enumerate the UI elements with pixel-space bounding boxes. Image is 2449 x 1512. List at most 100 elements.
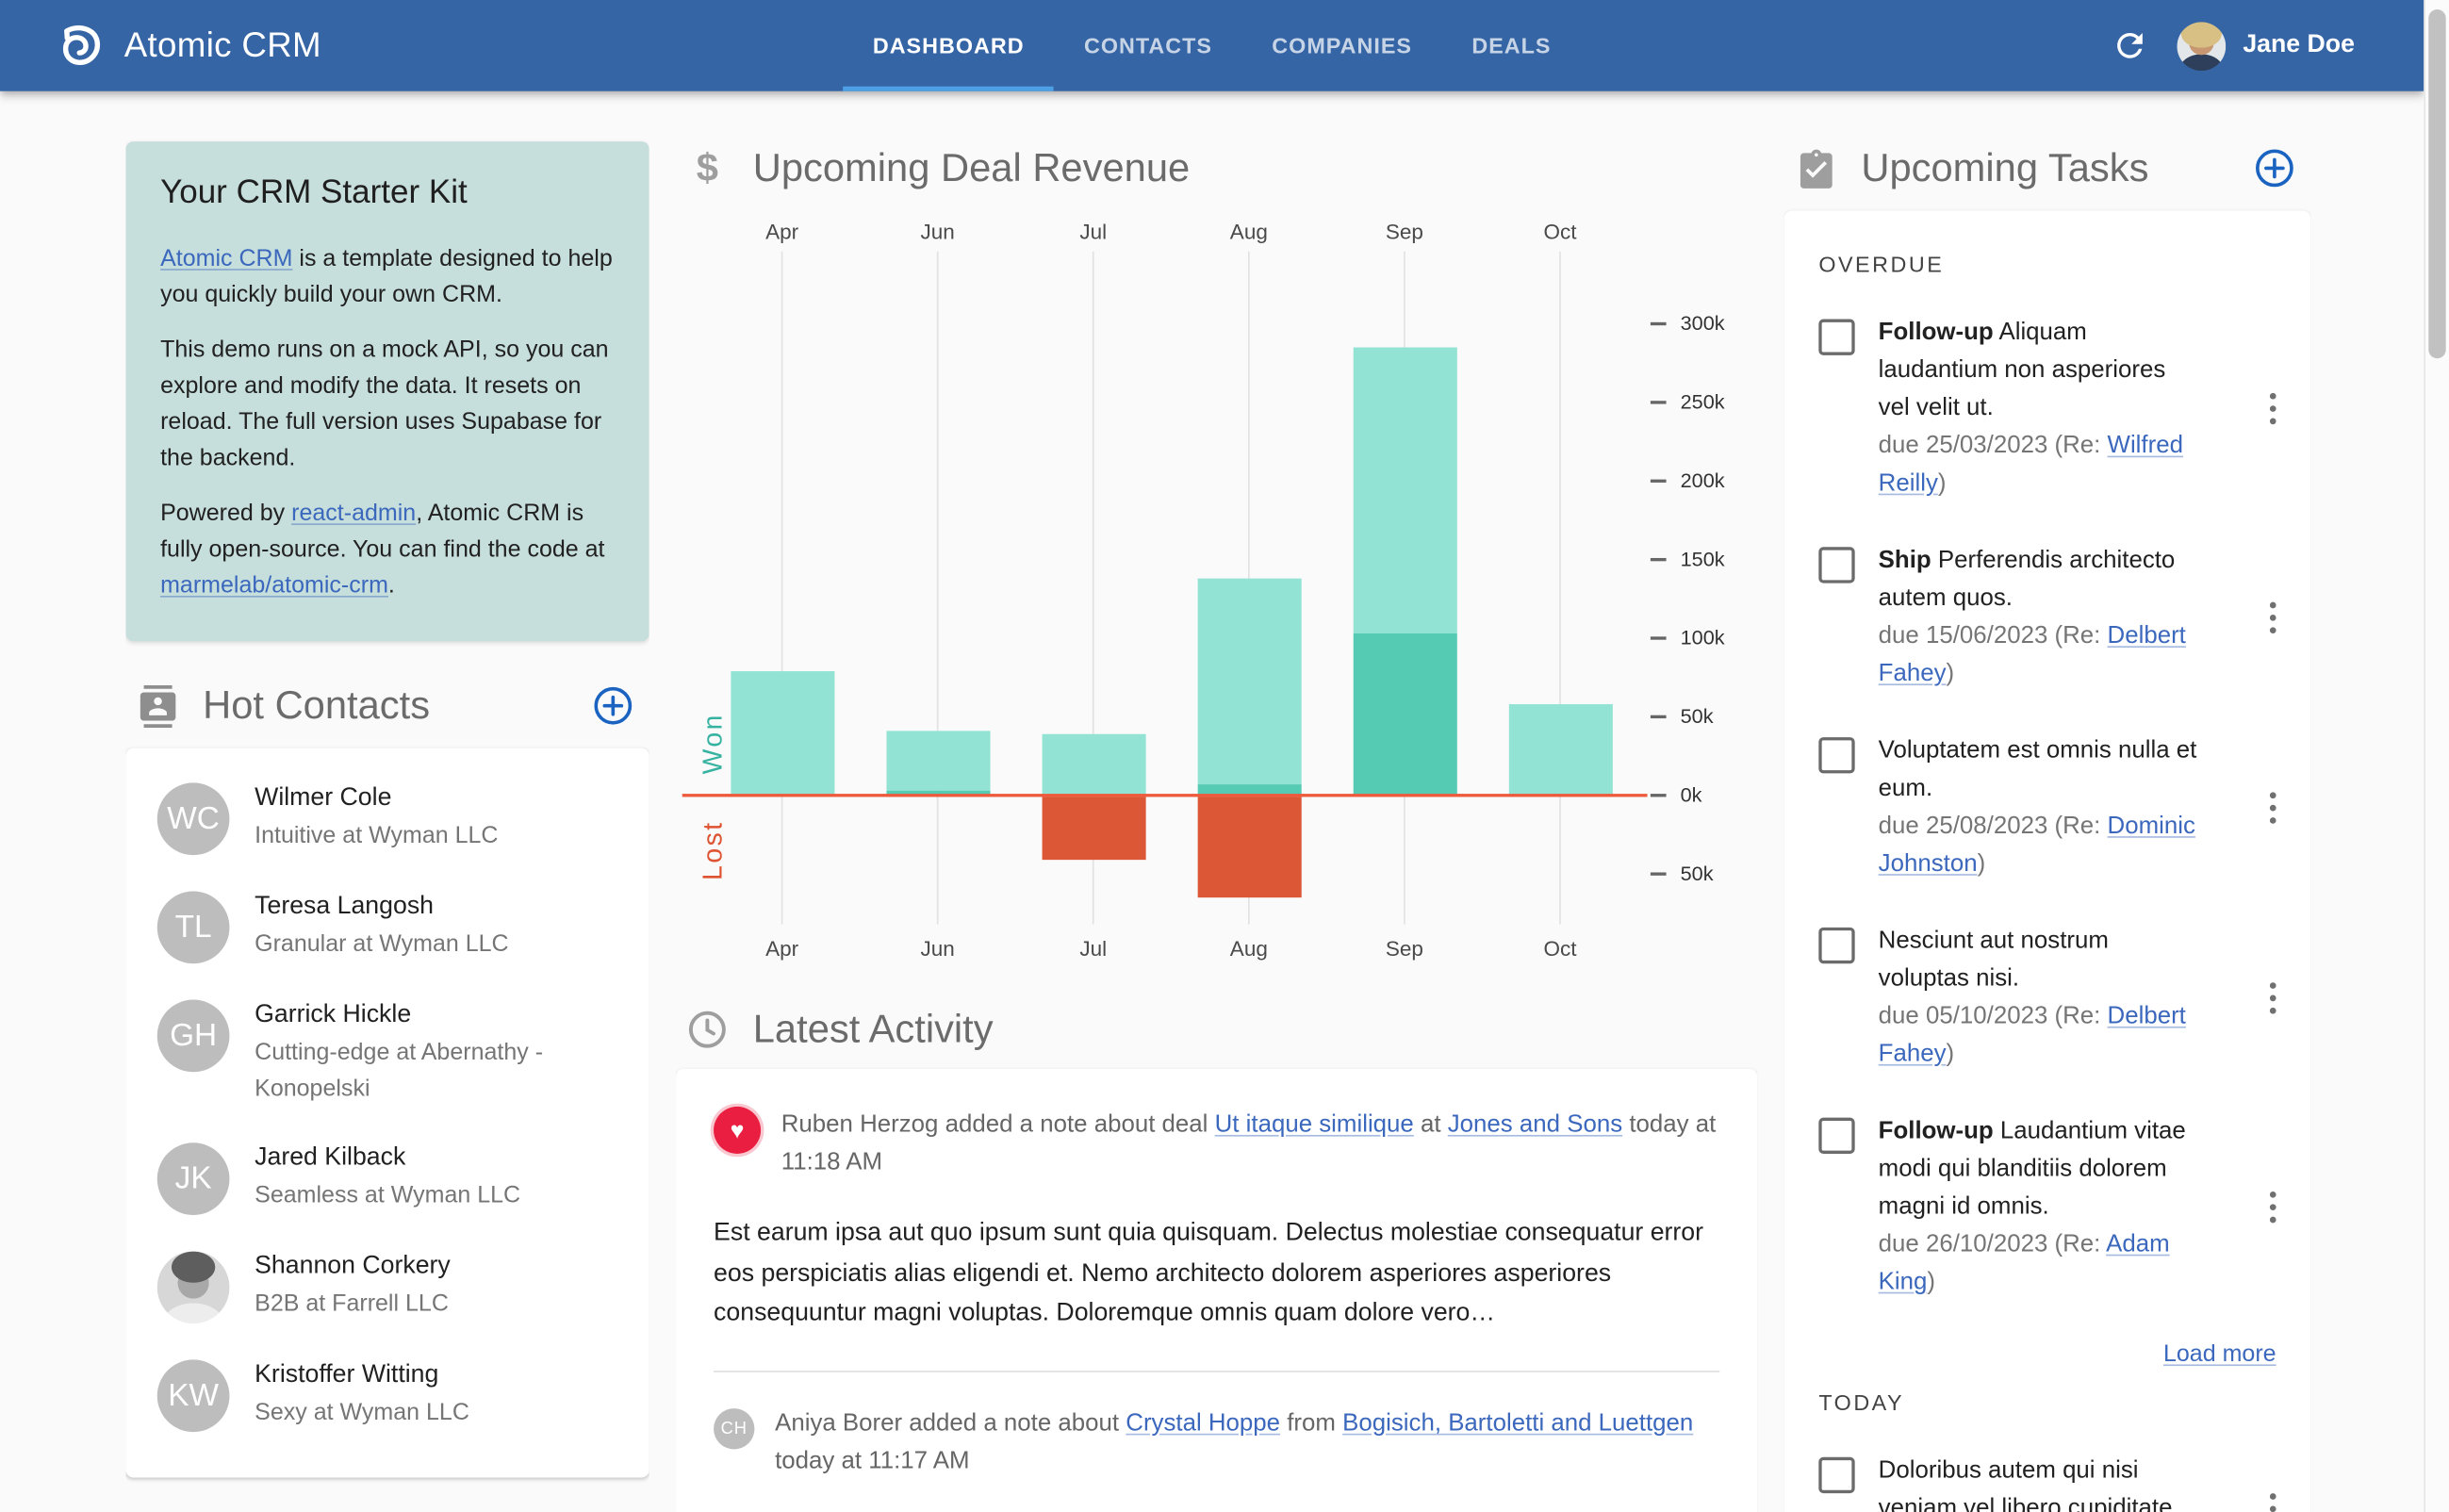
- tab-companies[interactable]: COMPANIES: [1242, 0, 1442, 91]
- tab-contacts[interactable]: CONTACTS: [1054, 0, 1241, 91]
- bar-segment-pending-jul[interactable]: [1041, 733, 1145, 796]
- task-menu-button[interactable]: [2262, 383, 2282, 434]
- tab-dashboard[interactable]: DASHBOARD: [843, 0, 1055, 91]
- task-type-label: Follow-up: [1878, 319, 1994, 346]
- task-checkbox[interactable]: [1818, 319, 1855, 355]
- kebab-dot: [2269, 1492, 2276, 1501]
- task-item: Nesciunt aut nostrum voluptas nisi. due 0…: [1818, 923, 2282, 1074]
- contact-company: Intuitive at Wyman LLC: [255, 822, 499, 849]
- scrollbar-track[interactable]: [2424, 0, 2449, 1512]
- x-axis-label: Oct: [1543, 220, 1577, 244]
- add-contact-button[interactable]: [593, 685, 633, 726]
- bar-segment-won-sep[interactable]: [1352, 633, 1456, 796]
- task-contact-link[interactable]: Adam King: [1879, 1231, 2170, 1295]
- activity-link[interactable]: Crystal Hoppe: [1126, 1409, 1280, 1436]
- task-due: due 25/08/2023 (Re: Dominic Johnston): [1878, 813, 2195, 878]
- task-checkbox[interactable]: [1818, 737, 1855, 774]
- contacts-icon: [134, 682, 181, 730]
- contact-list-item[interactable]: GH Garrick Hickle Cutting-edge at Abernath…: [156, 996, 618, 1107]
- task-checkbox[interactable]: [1818, 1117, 1855, 1154]
- task-text: Doloribus autem qui nisi veniam vel libe…: [1878, 1456, 2179, 1512]
- x-axis-label: Jun: [920, 936, 955, 961]
- refresh-button[interactable]: [2106, 22, 2153, 69]
- contact-name: Wilmer Cole: [255, 784, 392, 812]
- contact-list-item[interactable]: TL Teresa Langosh Granular at Wyman LLC: [156, 888, 618, 964]
- activity-link[interactable]: Ut itaque similique: [1215, 1111, 1414, 1138]
- atomic-crm-link[interactable]: Atomic CRM: [160, 245, 292, 271]
- app-title: Atomic CRM: [123, 25, 321, 65]
- bar-segment-lost-aug[interactable]: [1196, 797, 1301, 898]
- task-menu-button[interactable]: [2262, 1484, 2282, 1512]
- load-more-link[interactable]: Load more: [1818, 1340, 2276, 1367]
- avatar: TL: [156, 891, 230, 964]
- kebab-dot: [2269, 1505, 2276, 1512]
- task-menu-button[interactable]: [2262, 1182, 2282, 1233]
- task-checkbox[interactable]: [1818, 1456, 1855, 1494]
- atomic-crm-logo-icon: [62, 25, 101, 65]
- contact-list-item[interactable]: JK Jared Kilback Seamless at Wyman LLC: [156, 1140, 618, 1215]
- x-axis-label: Aug: [1229, 936, 1268, 961]
- task-body: Doloribus autem qui nisi veniam vel libe…: [1879, 1453, 2203, 1512]
- left-column: Your CRM Starter Kit Atomic CRM is a tem…: [125, 91, 649, 1512]
- activity-item: ♥ Ruben Herzog added a note about deal Ut…: [714, 1106, 1719, 1182]
- bar-segment-pending-jun[interactable]: [885, 731, 990, 791]
- contact-list-item[interactable]: Shannon Corkery B2B at Farrell LLC: [156, 1248, 618, 1324]
- y-axis-tick: 50k: [1650, 704, 1714, 728]
- task-due: due 25/03/2023 (Re: Wilfred Reilly): [1878, 432, 2183, 497]
- task-due: due 15/06/2023 (Re: Delbert Fahey): [1878, 622, 2186, 687]
- contact-name: Garrick Hickle: [255, 1001, 412, 1028]
- task-text: Follow-up Aliquam laudantium non asperio…: [1878, 319, 2166, 421]
- activity-link[interactable]: Bogisich, Bartoletti and Luettgen: [1342, 1409, 1693, 1436]
- task-item: Follow-up Aliquam laudantium non asperio…: [1818, 315, 2282, 503]
- kebab-dot: [2269, 601, 2276, 609]
- kebab-dot: [2269, 418, 2276, 425]
- tick-mark: [1650, 400, 1667, 403]
- task-due: due 05/10/2023 (Re: Delbert Fahey): [1878, 1002, 2186, 1068]
- task-checkbox[interactable]: [1818, 547, 1855, 583]
- contact-company: Seamless at Wyman LLC: [255, 1181, 521, 1209]
- contact-list-item[interactable]: WC Wilmer Cole Intuitive at Wyman LLC: [156, 780, 618, 856]
- kebab-dot: [2269, 804, 2276, 812]
- activity-text-part: Aniya Borer added a note about: [775, 1408, 1126, 1437]
- y-axis-tick: 100k: [1650, 625, 1725, 649]
- contact-name: Jared Kilback: [255, 1143, 406, 1172]
- y-axis-tick: 200k: [1650, 468, 1725, 492]
- task-contact-link[interactable]: Delbert Fahey: [1879, 622, 2186, 686]
- bar-segment-lost-jul[interactable]: [1041, 797, 1145, 861]
- tab-deals[interactable]: DEALS: [1442, 0, 1581, 91]
- avatar: [2177, 21, 2226, 71]
- scrollbar-thumb[interactable]: [2428, 9, 2446, 359]
- task-menu-button[interactable]: [2262, 592, 2282, 643]
- react-admin-link[interactable]: react-admin: [291, 500, 416, 526]
- bar-segment-pending-apr[interactable]: [730, 671, 834, 796]
- user-menu-button[interactable]: Jane Doe: [2177, 21, 2355, 71]
- add-task-button[interactable]: [2254, 148, 2294, 189]
- contact-name: Kristoffer Witting: [255, 1361, 439, 1389]
- tasks-icon: [1792, 144, 1839, 191]
- tick-label: 100k: [1680, 625, 1725, 649]
- task-menu-button[interactable]: [2262, 782, 2282, 833]
- bar-segment-pending-sep[interactable]: [1352, 347, 1456, 634]
- tick-mark: [1650, 793, 1667, 797]
- kebab-dot: [2269, 614, 2276, 622]
- marmelab-atomic-crm-link[interactable]: marmelab/atomic-crm: [160, 572, 388, 599]
- activity-link[interactable]: Jones and Sons: [1448, 1111, 1622, 1138]
- contact-list-item[interactable]: KW Kristoffer Witting Sexy at Wyman LLC: [156, 1356, 618, 1433]
- tick-label: 300k: [1680, 311, 1725, 336]
- x-axis-label: Sep: [1385, 220, 1423, 244]
- bar-segment-pending-oct[interactable]: [1507, 704, 1613, 796]
- kebab-dot: [2269, 626, 2276, 634]
- tick-label: 50k: [1680, 861, 1714, 885]
- y-axis-tick: 150k: [1650, 547, 1725, 570]
- tick-mark: [1650, 871, 1667, 875]
- task-contact-link[interactable]: Dominic Johnston: [1879, 813, 2195, 877]
- task-item: Voluptatem est omnis nulla et eum. due 25…: [1818, 732, 2282, 883]
- task-contact-link[interactable]: Delbert Fahey: [1879, 1003, 2186, 1067]
- task-menu-button[interactable]: [2262, 973, 2282, 1024]
- task-text: Ship Perferendis architecto autem quos.: [1878, 547, 2176, 612]
- task-contact-link[interactable]: Wilfred Reilly: [1879, 433, 2183, 497]
- task-checkbox[interactable]: [1818, 927, 1855, 964]
- upcoming-tasks-header: Upcoming Tasks: [1784, 144, 2311, 191]
- latest-activity-header: Latest Activity: [676, 1006, 1757, 1053]
- bar-segment-pending-aug[interactable]: [1196, 578, 1301, 785]
